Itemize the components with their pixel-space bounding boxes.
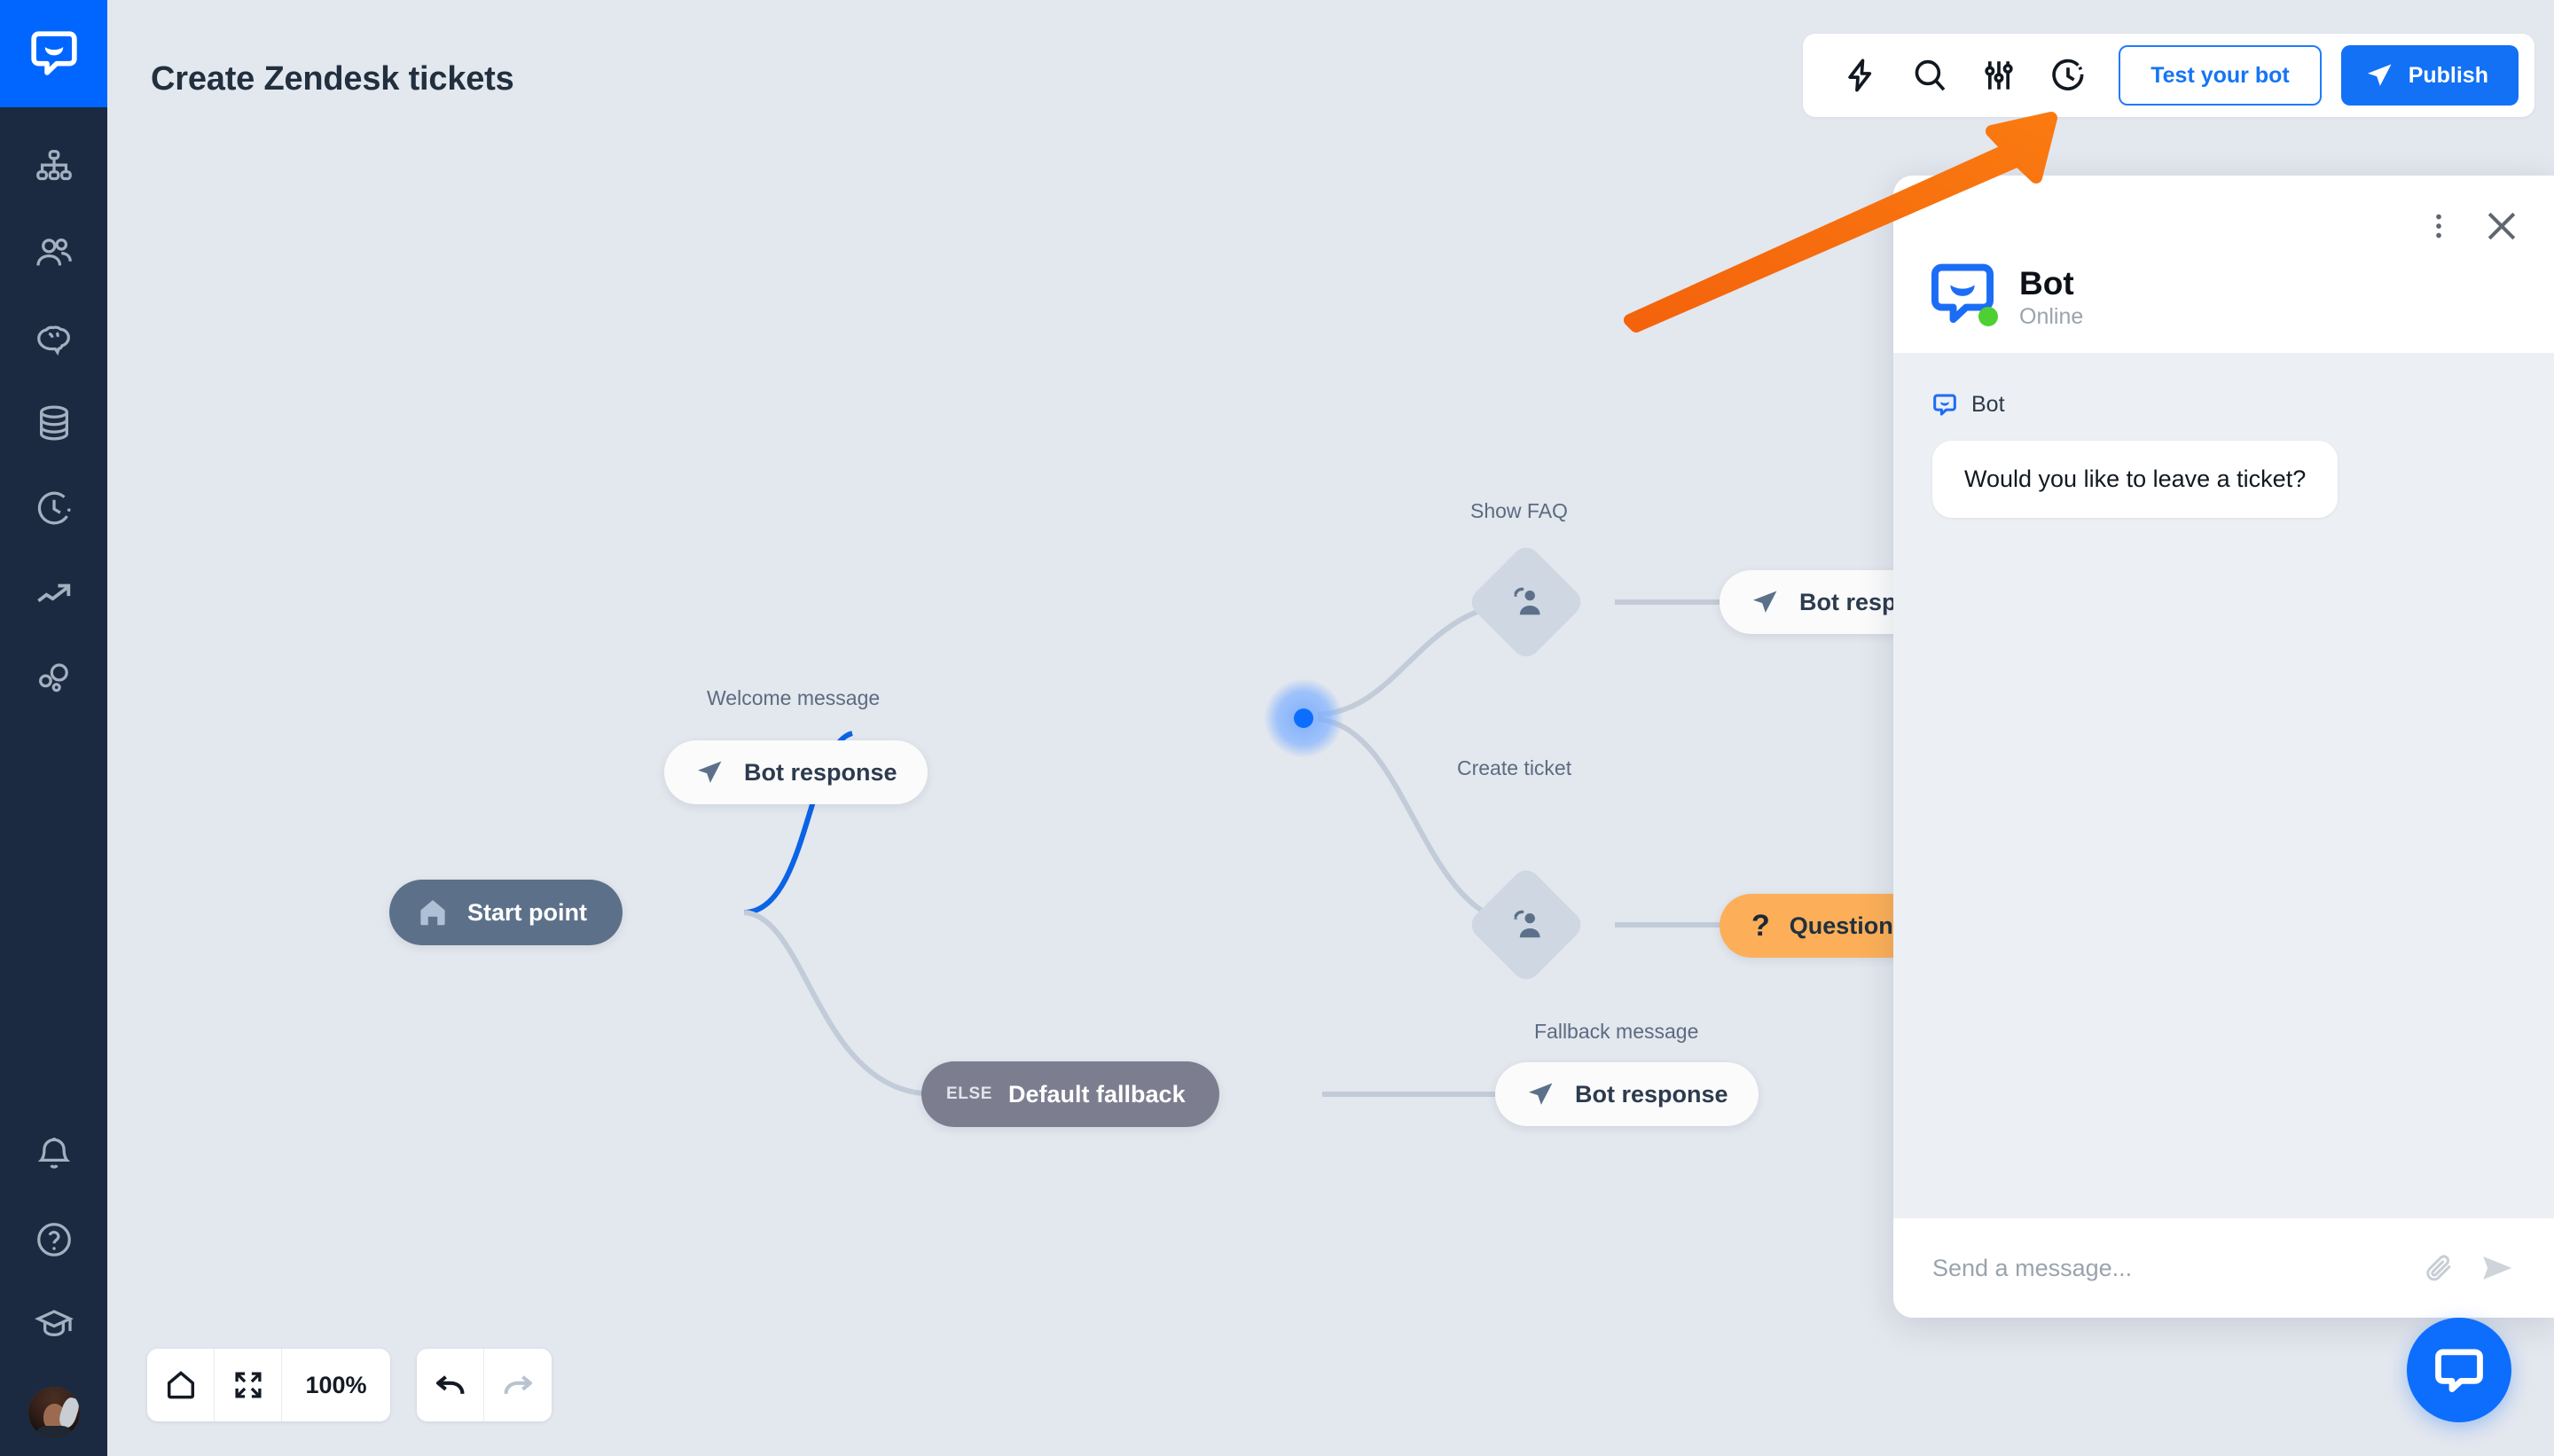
sidebar-secondary-nav [0,1112,107,1438]
top-toolbar: Test your bot Publish [1803,34,2534,117]
chat-message-sender-name: Bot [1971,392,2005,417]
else-badge: ELSE [946,1084,993,1103]
send-plane-icon [1525,1079,1555,1109]
chat-bot-avatar [1929,261,1998,328]
quick-actions-icon[interactable] [1826,41,1895,110]
page-title: Create Zendesk tickets [151,60,514,98]
user-interaction-icon [1507,905,1546,944]
flow-node-default-fallback[interactable]: ELSE Default fallback [921,1061,1219,1127]
fit-screen-icon [234,1372,262,1398]
flow-caption-welcome-message: Welcome message [707,686,881,709]
chatbot-logo-icon [1932,393,1957,418]
chat-bubble-icon [2435,1349,2483,1393]
close-icon[interactable] [2481,206,2522,247]
chat-bot-status: Online [2019,303,2084,329]
send-plane-icon[interactable] [2480,1250,2515,1286]
publish-label: Publish [2408,62,2488,88]
send-plane-icon [2364,60,2394,90]
org-chart-icon [35,150,72,181]
flow-node-label: Question [1789,912,1893,939]
redo-button[interactable] [484,1349,552,1421]
flow-node-start-point[interactable]: Start point [389,880,623,945]
app-root: Create Zendesk tickets Test your bot Pub… [0,0,2554,1456]
question-mark-icon: ? [1751,909,1770,943]
zoom-level-value[interactable]: 100% [282,1349,390,1421]
flow-caption-fallback-message: Fallback message [1534,1020,1699,1043]
redo-arrow-icon [504,1375,532,1395]
flow-caption-create-ticket: Create ticket [1457,756,1572,779]
sidebar-primary-nav [0,125,107,721]
question-circle-icon [36,1223,71,1256]
sidebar-item-history[interactable] [0,466,107,551]
history-clock-icon [37,491,70,525]
chat-message-bubble: Would you like to leave a ticket? [1932,441,2339,518]
sidebar-item-chatbots[interactable] [0,125,107,210]
undo-arrow-icon [435,1375,465,1395]
zoom-group-left: 100% [147,1349,390,1421]
flow-node-label: Bot response [744,758,897,786]
users-icon [35,238,72,266]
chat-header-actions [2423,206,2522,247]
fit-to-screen-button[interactable] [215,1349,282,1421]
sidebar-item-integrations[interactable] [0,636,107,721]
flow-node-label: Default fallback [1008,1080,1186,1108]
bubbles-icon [38,663,68,693]
flow-node-label: Start point [467,898,587,926]
database-icon [39,405,68,441]
online-status-dot [1978,307,1998,326]
flow-node-welcome-bot-response[interactable]: Bot response [664,740,928,804]
chat-launcher-button[interactable] [2407,1318,2511,1422]
flow-connector-handle[interactable] [1265,679,1343,757]
bot-test-chat-widget: Bot Online Bot Would you like to leave a… [1893,176,2554,1318]
chat-title-group: Bot Online [2019,264,2084,329]
bell-icon [37,1138,70,1169]
paperclip-icon[interactable] [2423,1251,2456,1285]
test-your-bot-button[interactable]: Test your bot [2119,45,2322,106]
kebab-menu-icon[interactable] [2423,210,2455,242]
chat-message-sender: Bot [1932,392,2515,418]
send-plane-icon [1750,587,1780,617]
user-interaction-icon [1507,583,1546,622]
home-icon [167,1371,194,1399]
sidebar-item-notifications[interactable] [0,1112,107,1197]
canvas-zoom-toolbar: 100% [147,1349,552,1421]
chat-message-list: Bot Would you like to leave a ticket? [1893,353,2554,1218]
chat-header: Bot Online [1893,176,2554,353]
brain-icon [36,325,70,356]
send-plane-icon [694,757,725,787]
chat-message-input[interactable] [1932,1254,2400,1282]
flow-node-fallback-bot-response[interactable]: Bot response [1495,1062,1759,1126]
sidebar-item-data[interactable] [0,380,107,466]
search-icon[interactable] [1895,41,1964,110]
brand-logo[interactable] [0,0,107,107]
home-icon [416,896,450,929]
zoom-group-right [417,1349,552,1421]
publish-button[interactable]: Publish [2340,45,2519,106]
chatbot-logo-icon [30,30,77,75]
undo-button[interactable] [417,1349,484,1421]
graduation-cap-icon [34,1310,74,1336]
version-history-icon[interactable] [2033,41,2103,110]
sidebar-item-academy[interactable] [0,1282,107,1367]
sidebar-item-ai[interactable] [0,295,107,380]
chat-input-bar [1893,1218,2554,1318]
left-sidebar [0,0,107,1456]
sidebar-item-help[interactable] [0,1197,107,1282]
trend-arrow-icon [36,583,70,603]
settings-sliders-icon[interactable] [1964,41,2033,110]
chat-bot-name: Bot [2019,264,2074,301]
flow-caption-show-faq: Show FAQ [1470,499,1568,522]
sidebar-item-analytics[interactable] [0,551,107,636]
sidebar-item-contacts[interactable] [0,210,107,295]
user-avatar[interactable] [27,1387,80,1438]
flow-node-label: Bot response [1575,1080,1728,1108]
reset-view-button[interactable] [147,1349,215,1421]
